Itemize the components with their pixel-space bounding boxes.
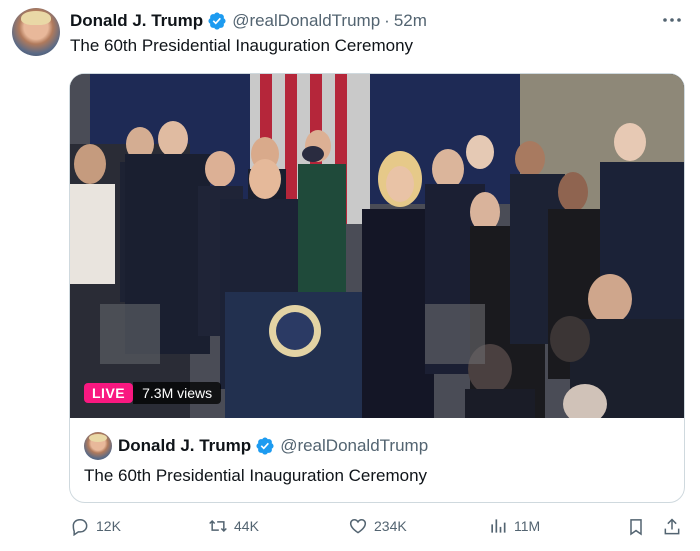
bookmark-icon[interactable]: [626, 516, 646, 538]
post-header: Donald J. Trump @realDonaldTrump · 52m: [70, 9, 427, 33]
inauguration-video-frame: [70, 74, 684, 418]
author-handle[interactable]: @realDonaldTrump: [232, 11, 380, 31]
share-icon[interactable]: [662, 516, 682, 538]
like-button[interactable]: 234K: [348, 516, 407, 536]
repost-icon: [209, 519, 227, 533]
post-text: The 60th Presidential Inauguration Cerem…: [70, 36, 414, 55]
heart-icon: [349, 518, 367, 534]
separator: ·: [384, 11, 390, 30]
view-count-badge: 7.3M views: [133, 382, 222, 404]
repost-button[interactable]: 44K: [208, 516, 259, 536]
view-count: 11M: [514, 518, 541, 534]
quote-header: Donald J. Trump @realDonaldTrump: [118, 436, 428, 456]
video-badges: LIVE 7.3M views: [84, 382, 222, 404]
verified-badge-icon: [208, 12, 226, 30]
live-badge: LIVE: [84, 383, 134, 403]
quote-author-handle[interactable]: @realDonaldTrump: [280, 436, 428, 456]
action-bar: 12K 44K 234K 11M: [70, 516, 684, 542]
reply-button[interactable]: 12K: [70, 516, 121, 536]
reply-icon: [72, 519, 88, 536]
timestamp[interactable]: 52m: [394, 11, 427, 31]
video-player[interactable]: LIVE 7.3M views: [70, 74, 684, 418]
reply-count: 12K: [96, 518, 121, 534]
avatar[interactable]: [12, 8, 60, 56]
like-count: 234K: [374, 518, 407, 534]
repost-count: 44K: [234, 518, 259, 534]
analytics-icon: [491, 519, 506, 533]
verified-badge-icon: [256, 437, 274, 455]
quote-text: The 60th Presidential Inauguration Cerem…: [84, 466, 428, 485]
more-options-icon[interactable]: [660, 10, 684, 30]
quote-avatar[interactable]: [84, 432, 112, 460]
views-button[interactable]: 11M: [488, 516, 540, 536]
author-name[interactable]: Donald J. Trump: [70, 11, 203, 31]
quote-author-name[interactable]: Donald J. Trump: [118, 436, 251, 456]
